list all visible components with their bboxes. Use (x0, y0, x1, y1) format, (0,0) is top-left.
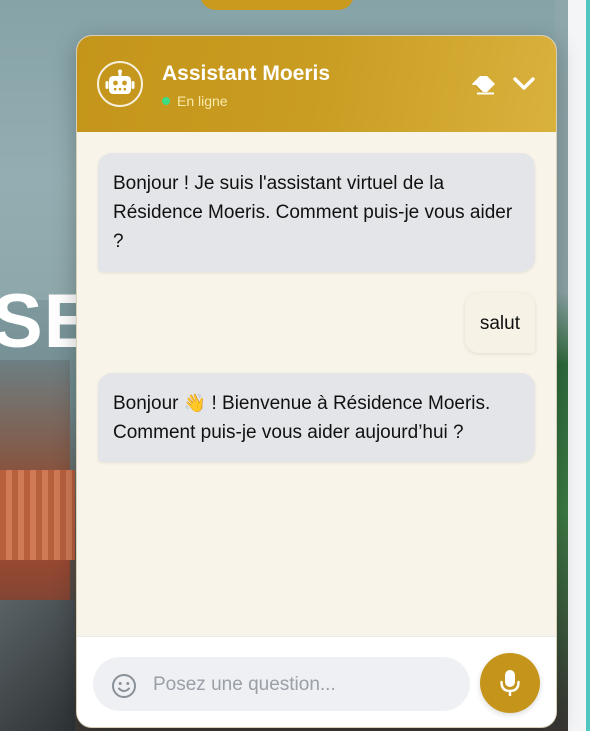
smiley-icon (112, 674, 136, 698)
online-dot-icon (162, 97, 170, 105)
question-input[interactable] (151, 666, 455, 704)
robot-icon (97, 61, 143, 107)
user-message: salut (464, 293, 535, 353)
bot-message: Bonjour 👋 ! Bienvenue à Résidence Moeris… (98, 373, 535, 462)
chat-footer (77, 636, 556, 727)
message-list[interactable]: Bonjour ! Je suis l'assistant virtuel de… (77, 132, 556, 636)
chat-widget: Assistant Moeris En ligne Bonjour ! Je s… (76, 35, 557, 728)
status-text: En ligne (177, 93, 228, 109)
background-top-button[interactable] (200, 0, 354, 10)
collapse-chat-button[interactable] (509, 69, 539, 99)
background-balcony (0, 470, 75, 560)
status-indicator: En ligne (162, 93, 228, 109)
microphone-icon (500, 670, 520, 696)
input-container[interactable] (93, 657, 470, 711)
emoji-button[interactable] (111, 673, 137, 699)
microphone-button[interactable] (480, 653, 540, 713)
chevron-down-icon (513, 77, 535, 90)
background-structure (0, 600, 75, 731)
waving-hand-emoji: 👋 (183, 393, 207, 413)
chat-header: Assistant Moeris En ligne (77, 36, 556, 132)
page-scrollbar[interactable] (568, 0, 590, 731)
eraser-icon (472, 76, 495, 95)
clear-chat-button[interactable] (469, 69, 499, 99)
scrollbar-accent (586, 0, 590, 731)
message-text-start: Bonjour (113, 393, 184, 414)
chat-title: Assistant Moeris (162, 62, 331, 85)
bot-message: Bonjour ! Je suis l'assistant virtuel de… (98, 153, 535, 272)
